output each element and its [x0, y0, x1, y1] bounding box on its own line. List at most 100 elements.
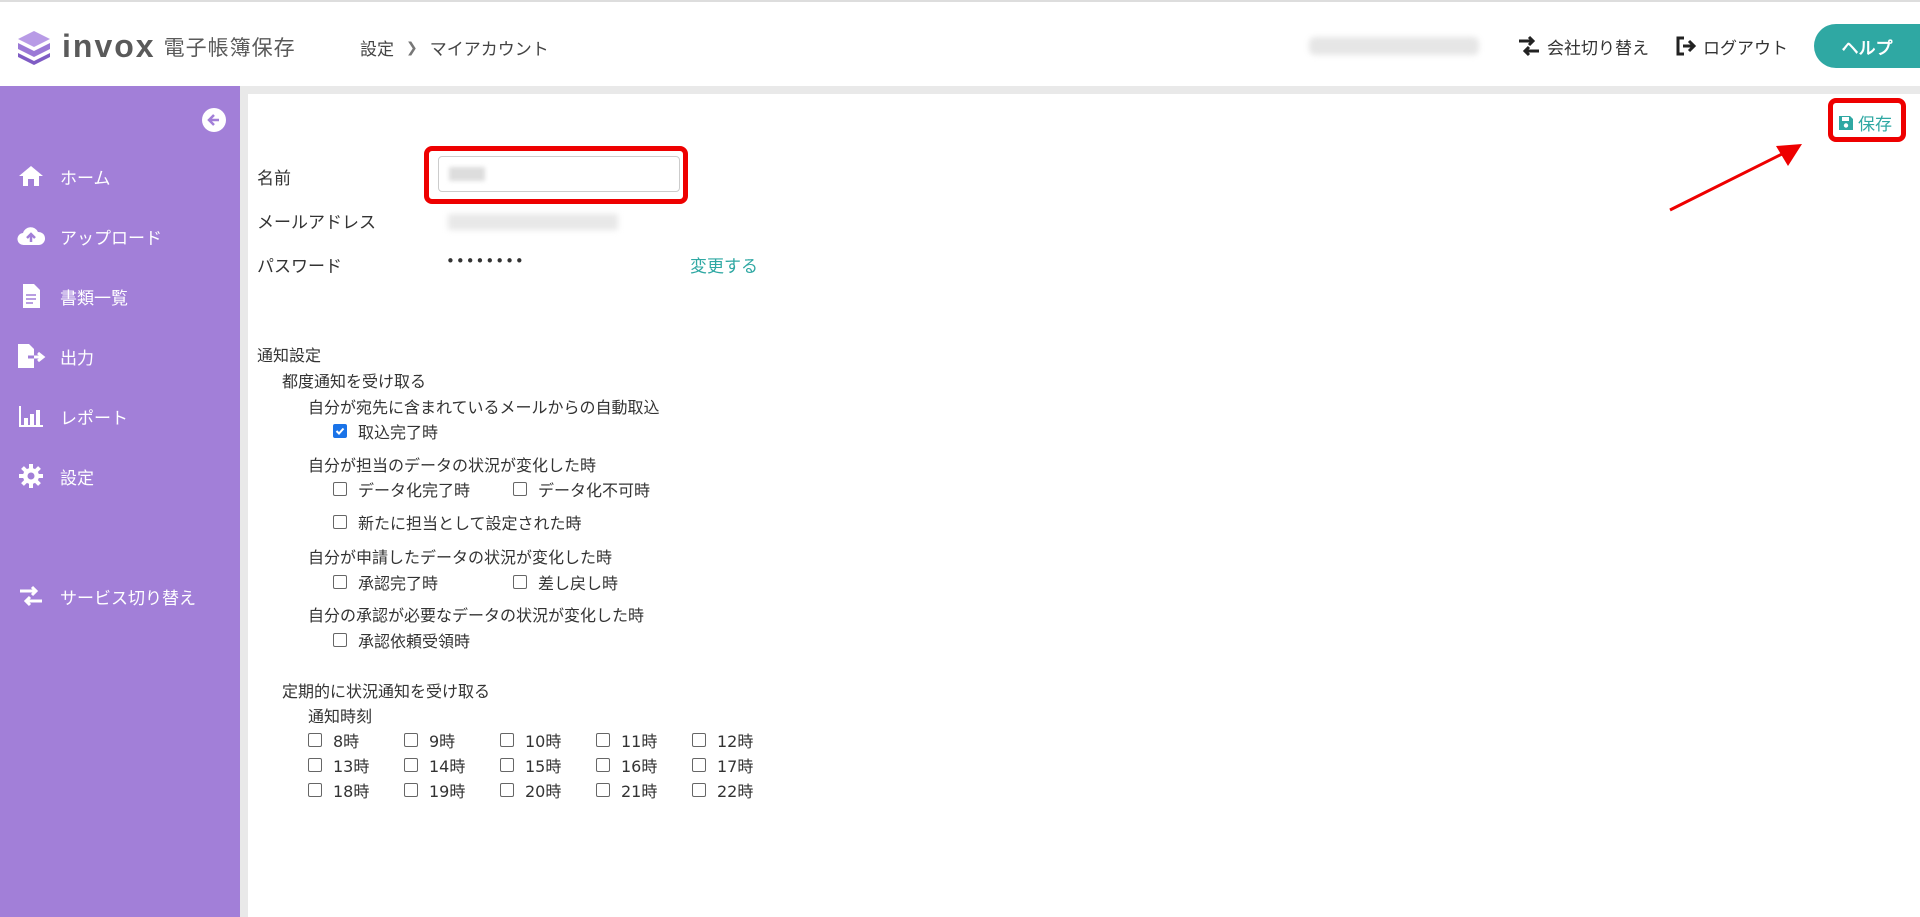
sidebar-item-documents[interactable]: 書類一覧 [0, 276, 240, 316]
company-switch-label: 会社切り替え [1547, 38, 1649, 59]
checkbox[interactable] [596, 783, 610, 797]
checkbox[interactable] [692, 758, 706, 772]
checkbox-hour-15[interactable]: 15時 [500, 753, 561, 777]
email-value-redacted [448, 214, 618, 230]
breadcrumb-my-account: マイアカウント [429, 40, 549, 60]
logo-cube-icon [18, 30, 50, 65]
report-chart-icon [16, 401, 46, 431]
checkbox-datafication-complete[interactable]: データ化完了時 [333, 477, 470, 501]
logout-icon [1676, 36, 1697, 56]
cloud-upload-icon [16, 221, 46, 251]
document-icon [16, 281, 46, 311]
sidebar-collapse-button[interactable] [202, 108, 226, 132]
sidebar-item-service-switch[interactable]: サービス切り替え [0, 576, 240, 616]
help-button[interactable]: ヘルプ [1814, 24, 1920, 68]
checkbox[interactable] [333, 575, 347, 589]
checkbox-hour-11[interactable]: 11時 [596, 728, 657, 752]
checkbox-label: 差し戻し時 [538, 574, 619, 593]
checkbox[interactable] [500, 758, 514, 772]
group-auto-import-title: 自分が宛先に含まれているメールからの自動取込 [308, 398, 660, 417]
checkbox-label: 13時 [333, 757, 370, 776]
checkbox-import-complete[interactable]: 取込完了時 [333, 419, 438, 443]
logout-link[interactable]: ログアウト [1675, 34, 1788, 59]
arrow-left-icon [207, 114, 219, 126]
checkbox-hour-12[interactable]: 12時 [692, 728, 753, 752]
checkbox[interactable] [513, 482, 527, 496]
checkbox[interactable] [404, 783, 418, 797]
checkbox-label: 22時 [717, 782, 754, 801]
checkbox[interactable] [596, 733, 610, 747]
checkbox[interactable] [333, 482, 347, 496]
checkbox-label: 9時 [429, 732, 456, 751]
password-value: •••••••• [446, 252, 525, 270]
sidebar-item-upload[interactable]: アップロード [0, 216, 240, 256]
checkbox-label: 承認完了時 [358, 574, 439, 593]
checkbox-hour-8[interactable]: 8時 [308, 728, 359, 752]
gear-icon [16, 461, 46, 491]
breadcrumb-settings[interactable]: 設定 [360, 35, 394, 60]
checkbox-hour-21[interactable]: 21時 [596, 778, 657, 802]
name-label: 名前 [257, 169, 291, 189]
checkbox-hour-20[interactable]: 20時 [500, 778, 561, 802]
top-header: invox 電子帳簿保存 設定 ❯ マイアカウント 会社切り替え ログアウト ヘ… [0, 0, 1920, 86]
checkbox-hour-13[interactable]: 13時 [308, 753, 369, 777]
sidebar: ホーム アップロード 書類一覧 出力 レポート 設定 サービス切り替え [0, 86, 240, 917]
checkbox-sent-back[interactable]: 差し戻し時 [513, 570, 618, 594]
checkbox-hour-19[interactable]: 19時 [404, 778, 465, 802]
company-name-redacted [1309, 37, 1479, 55]
checkbox[interactable] [308, 783, 322, 797]
checkbox-label: 承認依頼受領時 [358, 632, 471, 651]
sidebar-item-report[interactable]: レポート [0, 396, 240, 436]
sidebar-item-label: アップロード [60, 228, 162, 249]
checkbox[interactable] [692, 783, 706, 797]
main-panel: 保存 名前 メールアドレス パスワード •••••••• 変更する 通知設定 都… [248, 94, 1920, 917]
app-logo[interactable]: invox 電子帳簿保存 [16, 28, 296, 65]
group-approval-needed-title: 自分の承認が必要なデータの状況が変化した時 [308, 606, 645, 625]
checkbox-hour-22[interactable]: 22時 [692, 778, 753, 802]
checkbox[interactable] [404, 733, 418, 747]
checkbox-label: データ化不可時 [538, 481, 651, 500]
sidebar-item-home[interactable]: ホーム [0, 156, 240, 196]
checkbox[interactable] [333, 515, 347, 529]
checkbox-label: 15時 [525, 757, 562, 776]
sidebar-item-label: ホーム [60, 168, 111, 189]
checkbox-hour-9[interactable]: 9時 [404, 728, 455, 752]
checkbox-hour-17[interactable]: 17時 [692, 753, 753, 777]
checkbox-datafication-failed[interactable]: データ化不可時 [513, 477, 650, 501]
export-icon [16, 341, 46, 371]
switch-arrows-icon [1519, 35, 1539, 57]
logo-text: invox [62, 28, 156, 64]
checkbox[interactable] [500, 783, 514, 797]
switch-icon [16, 581, 46, 611]
annotation-arrow-icon [1669, 144, 1802, 212]
checkbox[interactable] [692, 733, 706, 747]
checkbox-hour-10[interactable]: 10時 [500, 728, 561, 752]
checkbox[interactable] [500, 733, 514, 747]
checkbox-approval-complete[interactable]: 承認完了時 [333, 570, 438, 594]
checkbox-label: データ化完了時 [358, 481, 471, 500]
group-assigned-data-title: 自分が担当のデータの状況が変化した時 [308, 456, 597, 475]
checkbox[interactable] [513, 575, 527, 589]
password-label: パスワード [257, 257, 342, 277]
sidebar-item-label: 書類一覧 [60, 288, 128, 309]
sidebar-item-export[interactable]: 出力 [0, 336, 240, 376]
checkbox-hour-14[interactable]: 14時 [404, 753, 465, 777]
checkbox-label: 8時 [333, 732, 360, 751]
checkbox[interactable] [308, 758, 322, 772]
highlight-box-name [424, 146, 688, 204]
checkbox[interactable] [308, 733, 322, 747]
checkbox[interactable] [404, 758, 418, 772]
checkbox-hour-18[interactable]: 18時 [308, 778, 369, 802]
checkbox-hour-16[interactable]: 16時 [596, 753, 657, 777]
change-password-link[interactable]: 変更する [690, 252, 758, 277]
email-label: メールアドレス [257, 213, 376, 233]
checkbox-checked[interactable] [333, 424, 347, 438]
checkbox-label: 19時 [429, 782, 466, 801]
checkbox[interactable] [596, 758, 610, 772]
sidebar-item-settings[interactable]: 設定 [0, 456, 240, 496]
company-switch-link[interactable]: 会社切り替え [1517, 34, 1649, 59]
checkbox[interactable] [333, 633, 347, 647]
checkbox-approval-request-received[interactable]: 承認依頼受領時 [333, 628, 470, 652]
checkbox-newly-assigned[interactable]: 新たに担当として設定された時 [333, 510, 582, 534]
notification-time-title: 通知時刻 [308, 707, 373, 726]
